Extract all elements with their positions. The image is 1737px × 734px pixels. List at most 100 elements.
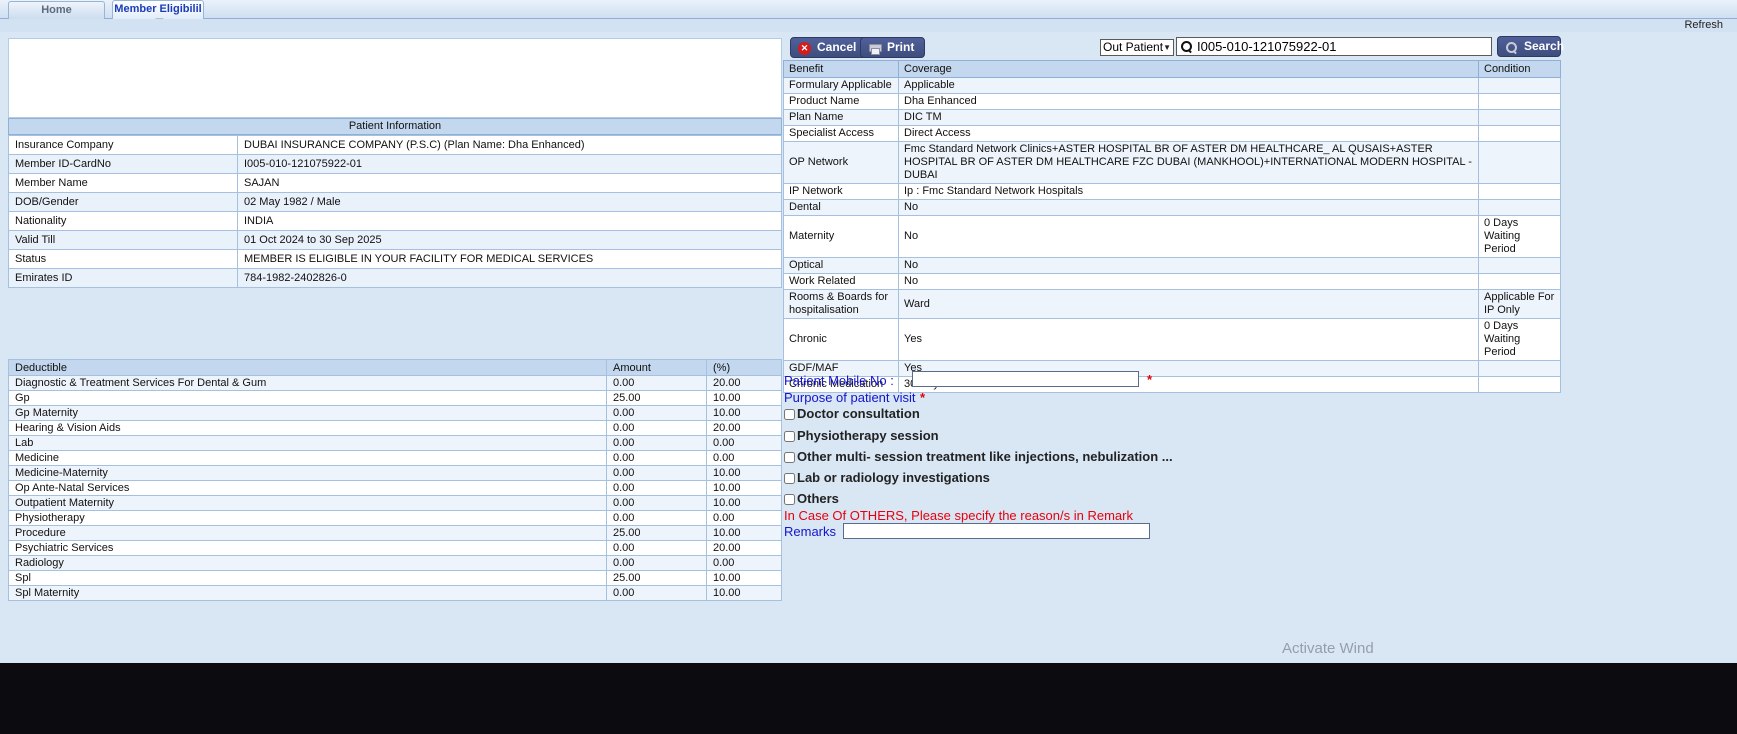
- benefit-condition: [1478, 273, 1561, 290]
- benefit-coverage: No: [898, 257, 1479, 274]
- field-value: 784-1982-2402826-0: [237, 268, 782, 288]
- deductible-amount: 0.00: [606, 480, 707, 496]
- deductible-percent: 10.00: [706, 525, 782, 541]
- table-row: Maternity No 0 Days Waiting Period: [783, 215, 1561, 258]
- field-value: 01 Oct 2024 to 30 Sep 2025: [237, 230, 782, 250]
- member-search-input[interactable]: [1197, 38, 1489, 55]
- table-row: Work Related No: [783, 273, 1561, 290]
- benefit-condition: [1478, 183, 1561, 200]
- chevron-down-icon: ▼: [1163, 43, 1171, 52]
- deductible-percent: 0.00: [706, 435, 782, 451]
- deductible-amount: 25.00: [606, 390, 707, 406]
- search-button[interactable]: Search: [1497, 36, 1565, 57]
- benefit-condition: [1478, 141, 1561, 184]
- visit-type-select[interactable]: Out Patient ▼: [1100, 39, 1174, 56]
- field-label: Member Name: [8, 173, 238, 193]
- checkbox-label: Others: [797, 491, 839, 506]
- deductible-amount: 0.00: [606, 555, 707, 571]
- deductible-percent: 0.00: [706, 555, 782, 571]
- table-header-row: Benefit Coverage Condition: [783, 60, 1561, 78]
- tab-member-eligibility[interactable]: Member Eligibililx: [112, 0, 204, 28]
- search-button-icon: [1505, 41, 1518, 54]
- refresh-link[interactable]: Refresh: [1684, 19, 1723, 31]
- mobile-label: Patient Mobile No :: [784, 373, 894, 388]
- field-value: SAJAN: [237, 173, 782, 193]
- deductible-amount: 0.00: [606, 510, 707, 526]
- remarks-input[interactable]: [843, 523, 1150, 539]
- benefit-condition: [1478, 360, 1561, 377]
- benefit-coverage: Applicable: [898, 77, 1479, 94]
- deductible-name: Procedure: [8, 525, 607, 541]
- table-row: Member ID-CardNo I005-010-121075922-01: [8, 154, 782, 174]
- checkbox-label: Doctor consultation: [797, 406, 920, 421]
- deductible-name: Gp: [8, 390, 607, 406]
- table-row: Valid Till 01 Oct 2024 to 30 Sep 2025: [8, 230, 782, 250]
- purpose-required-mark: *: [920, 390, 926, 405]
- table-row: Status MEMBER IS ELIGIBLE IN YOUR FACILIT…: [8, 249, 782, 269]
- deductible-name: Spl: [8, 570, 607, 586]
- cancel-icon: ✕: [798, 42, 811, 55]
- lab-or-radiology-checkbox[interactable]: [784, 473, 795, 484]
- benefit-name: IP Network: [783, 183, 899, 200]
- others-checkbox[interactable]: [784, 494, 795, 505]
- benefit-condition: [1478, 93, 1561, 110]
- table-row: Spl 25.00 10.00: [8, 570, 782, 586]
- purpose-option-lab-or-radiology[interactable]: Lab or radiology investigations: [784, 470, 990, 485]
- deductible-percent: 20.00: [706, 375, 782, 391]
- benefit-name: Specialist Access: [783, 125, 899, 142]
- benefit-condition: [1478, 77, 1561, 94]
- table-row: Nationality INDIA: [8, 211, 782, 231]
- field-value: 02 May 1982 / Male: [237, 192, 782, 212]
- benefit-condition: Applicable For IP Only: [1478, 289, 1561, 319]
- table-row: OP Network Fmc Standard Network Clinics+A…: [783, 141, 1561, 184]
- benefit-coverage: DIC TM: [898, 109, 1479, 126]
- deductible-name: Lab: [8, 435, 607, 451]
- table-row: Emirates ID 784-1982-2402826-0: [8, 268, 782, 288]
- table-header-row: Deductible Amount (%): [8, 359, 782, 376]
- purpose-option-doctor-consultation[interactable]: Doctor consultation: [784, 406, 920, 421]
- field-label: Emirates ID: [8, 268, 238, 288]
- deductible-percent: 10.00: [706, 405, 782, 421]
- benefit-condition: [1478, 125, 1561, 142]
- table-row: Specialist Access Direct Access: [783, 125, 1561, 142]
- benefit-coverage: No: [898, 199, 1479, 216]
- table-row: Lab 0.00 0.00: [8, 435, 782, 451]
- physiotherapy-session-checkbox[interactable]: [784, 431, 795, 442]
- benefit-coverage: Yes: [898, 318, 1479, 361]
- print-button[interactable]: Print: [860, 37, 926, 58]
- other-multi-session-checkbox[interactable]: [784, 452, 795, 463]
- deductible-name: Spl Maternity: [8, 585, 607, 601]
- cancel-button[interactable]: ✕ Cancel: [790, 37, 868, 58]
- purpose-option-others[interactable]: Others: [784, 491, 839, 506]
- deductible-amount: 0.00: [606, 585, 707, 601]
- member-search-box: [1176, 37, 1492, 56]
- patient-info-title: Patient Information: [8, 118, 782, 135]
- table-row: Physiotherapy 0.00 0.00: [8, 510, 782, 526]
- benefit-condition: [1478, 109, 1561, 126]
- deductible-percent: 10.00: [706, 570, 782, 586]
- purpose-option-other-multi-session[interactable]: Other multi- session treatment like inje…: [784, 449, 1173, 464]
- benefit-name: Work Related: [783, 273, 899, 290]
- benefit-name: Optical: [783, 257, 899, 274]
- field-label: Insurance Company: [8, 135, 238, 155]
- field-label: Nationality: [8, 211, 238, 231]
- column-header: Benefit: [783, 60, 899, 78]
- table-row: Plan Name DIC TM: [783, 109, 1561, 126]
- deductible-amount: 25.00: [606, 525, 707, 541]
- deductible-percent: 10.00: [706, 480, 782, 496]
- visit-type-value: Out Patient: [1103, 40, 1164, 54]
- table-row: Medicine 0.00 0.00: [8, 450, 782, 466]
- table-row: Rooms & Boards for hospitalisation Ward Ap…: [783, 289, 1561, 319]
- column-header: Amount: [606, 359, 707, 376]
- deductible-name: Op Ante-Natal Services: [8, 480, 607, 496]
- benefit-table: Benefit Coverage Condition Formulary App…: [783, 60, 1561, 393]
- table-row: Diagnostic & Treatment Services For Dent…: [8, 375, 782, 391]
- tab-home[interactable]: Home: [8, 1, 105, 19]
- purpose-option-physiotherapy-session[interactable]: Physiotherapy session: [784, 428, 939, 443]
- deductible-percent: 0.00: [706, 510, 782, 526]
- mobile-input[interactable]: [912, 371, 1139, 387]
- column-header: (%): [706, 359, 782, 376]
- column-header: Condition: [1478, 60, 1561, 78]
- search-button-label: Search: [1524, 39, 1565, 53]
- doctor-consultation-checkbox[interactable]: [784, 409, 795, 420]
